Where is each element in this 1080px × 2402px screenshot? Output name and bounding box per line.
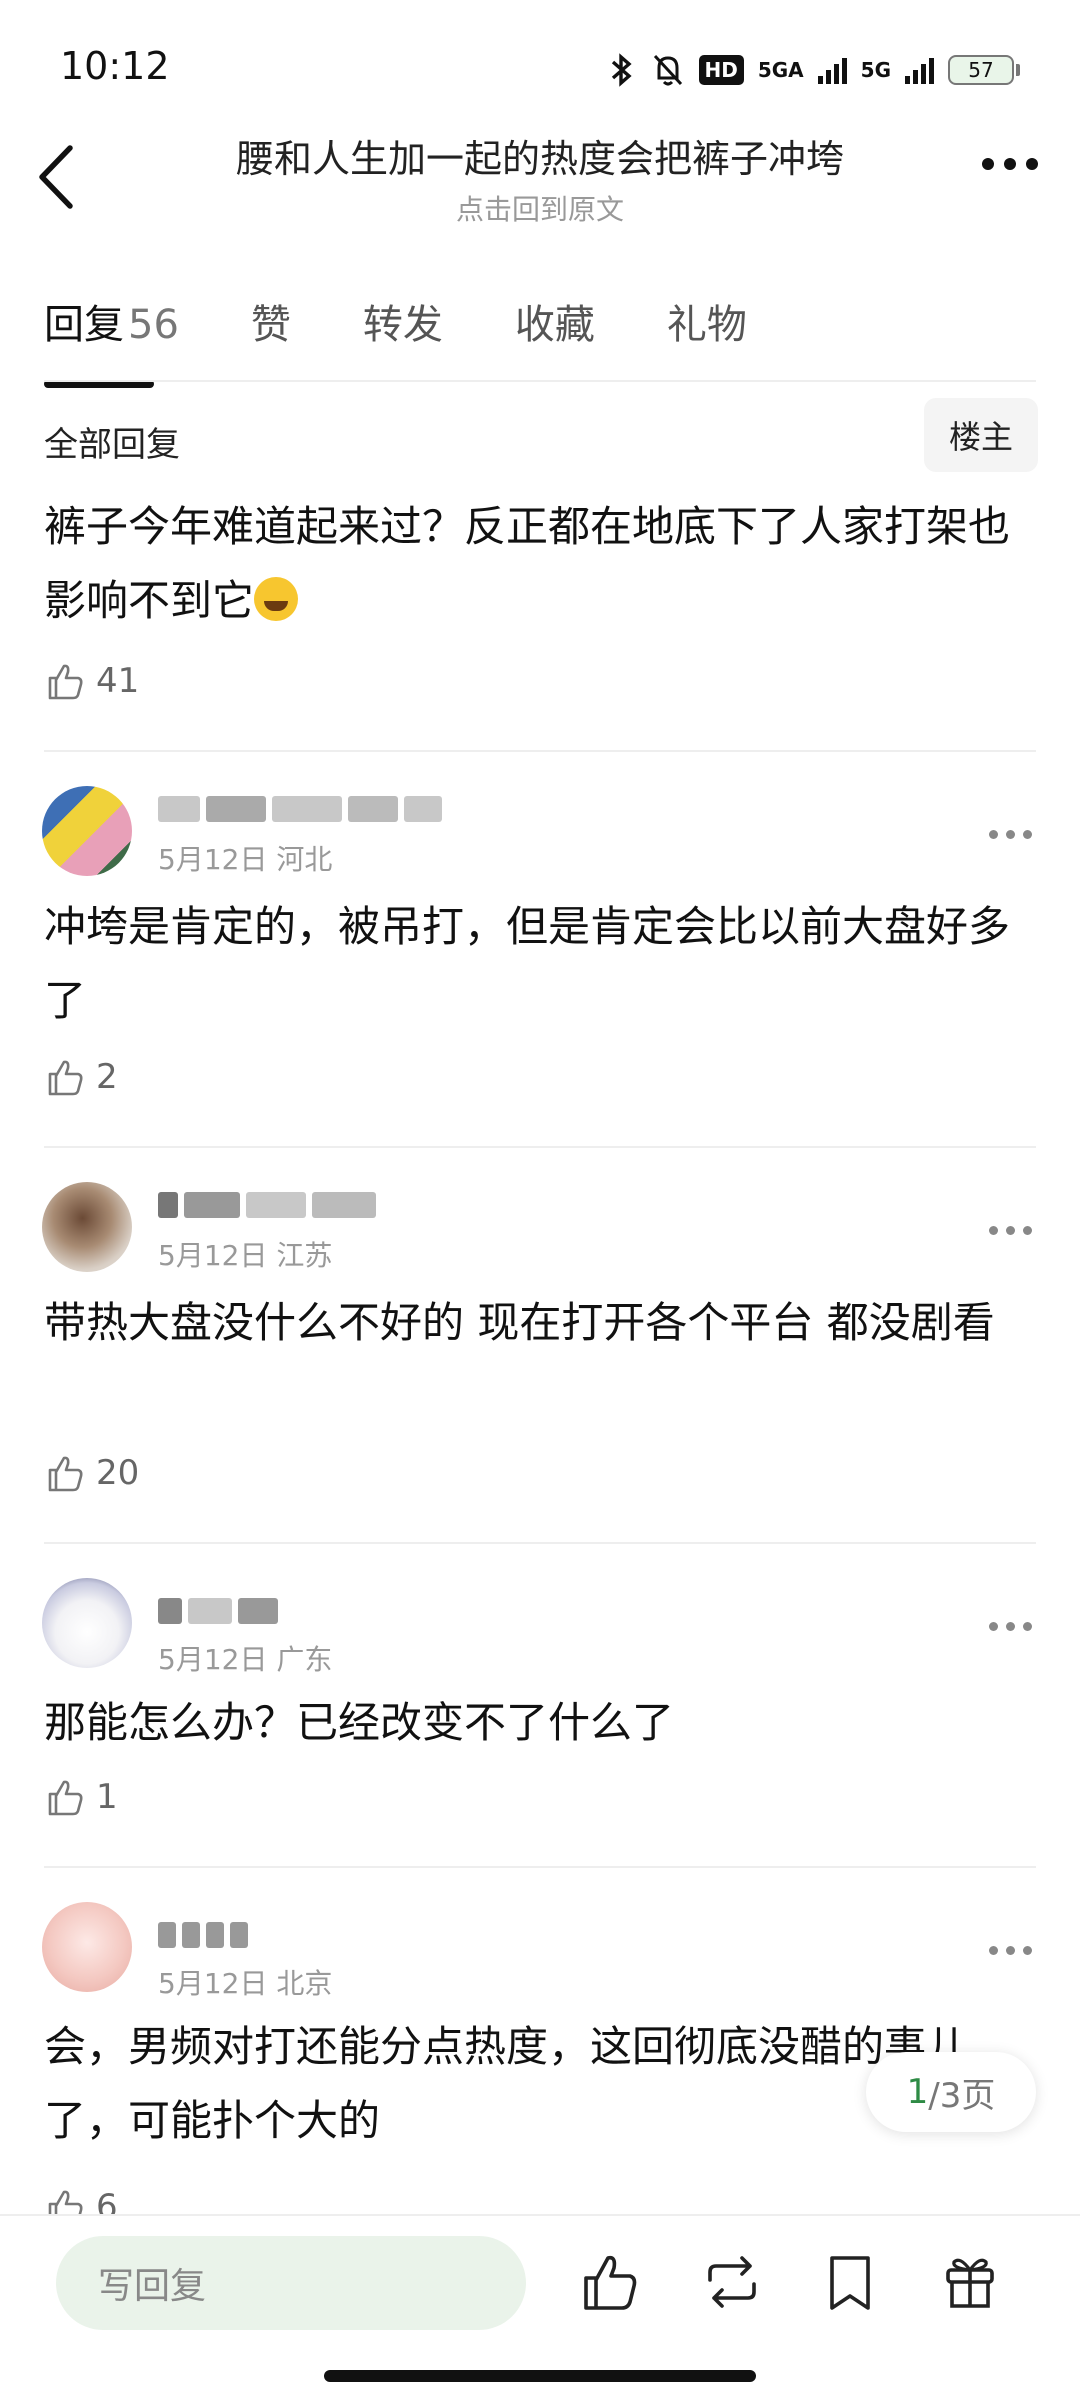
back-arrow-icon[interactable]: [32, 142, 82, 212]
comment-meta: 5月12日 北京: [158, 1967, 333, 2000]
back-to-original-link[interactable]: 点击回到原文: [140, 188, 940, 228]
signal-icon-2: [905, 56, 934, 84]
like-count: 1: [96, 1777, 118, 1817]
network-label-2: 5G: [860, 58, 891, 82]
comment-text: 冲垮是肯定的，被吊打，但是肯定会比以前大盘好多了: [44, 902, 1011, 1025]
thumb-up-icon: [48, 1780, 83, 1816]
comment-meta: 5月12日 河北: [158, 843, 333, 876]
like-count: 41: [96, 661, 140, 701]
comment-more-icon[interactable]: [989, 1946, 1032, 1955]
comment-divider: [44, 1542, 1036, 1544]
tab-replies[interactable]: 回复 56: [44, 292, 179, 388]
tab-gifts[interactable]: 礼物: [667, 292, 747, 350]
username-blurred[interactable]: [158, 1598, 278, 1632]
page-current: 1: [906, 2072, 929, 2112]
page-indicator-button[interactable]: 1/3页: [866, 2052, 1036, 2132]
hd-badge: HD: [698, 55, 744, 85]
username-blurred[interactable]: [158, 1922, 248, 1956]
like-button[interactable]: 20: [44, 1452, 139, 1494]
comment-divider: [44, 1866, 1036, 1868]
like-button[interactable]: 2: [44, 1056, 118, 1098]
op-only-button[interactable]: 楼主: [924, 398, 1038, 472]
page-title[interactable]: 腰和人生加一起的热度会把裤子冲垮: [140, 128, 940, 183]
avatar[interactable]: [42, 1578, 132, 1668]
comment-divider: [44, 1146, 1036, 1148]
thumb-up-icon[interactable]: [578, 2250, 642, 2314]
tabs-divider: [44, 380, 1036, 382]
laughing-emoji-icon: [254, 577, 299, 621]
signal-icon: [817, 56, 847, 84]
bookmark-icon[interactable]: [818, 2250, 882, 2314]
comment-meta: 5月12日 江苏: [158, 1239, 333, 1272]
like-count: 20: [96, 1453, 140, 1493]
like-button[interactable]: 1: [44, 1776, 118, 1818]
tab-likes[interactable]: 赞: [251, 292, 291, 350]
tab-replies-label: 回复: [44, 302, 124, 348]
bluetooth-icon: [611, 53, 632, 87]
status-icons: HD 5GA 5G 57: [607, 48, 1020, 92]
thumb-up-icon: [48, 1456, 83, 1492]
page-total: /3页: [928, 2075, 996, 2116]
avatar[interactable]: [42, 1902, 132, 1992]
tab-replies-count: 56: [128, 302, 179, 348]
comment-more-icon[interactable]: [989, 830, 1032, 839]
thumb-up-icon: [48, 664, 83, 700]
comment-more-icon[interactable]: [989, 1226, 1032, 1235]
comment-divider: [44, 750, 1036, 752]
home-indicator[interactable]: [324, 2370, 756, 2382]
repost-icon[interactable]: [700, 2250, 764, 2314]
all-replies-heading: 全部回复: [44, 425, 180, 465]
network-label-1: 5GA: [757, 58, 804, 82]
tab-reposts[interactable]: 转发: [363, 292, 443, 350]
tab-favorites[interactable]: 收藏: [515, 292, 595, 350]
like-button[interactable]: 41: [44, 660, 139, 702]
avatar[interactable]: [42, 1182, 132, 1272]
tab-bar: 回复 56 赞 转发 收藏 礼物: [44, 292, 819, 388]
comment-text: 裤子今年难道起来过？反正都在地底下了人家打架也影响不到它: [44, 502, 1011, 625]
thumb-up-icon: [48, 1060, 83, 1096]
comment-more-icon[interactable]: [989, 1622, 1032, 1631]
comment-text: 那能怎么办？已经改变不了什么了: [44, 1698, 675, 1747]
mute-bell-icon: [653, 54, 682, 86]
status-time: 10:12: [60, 44, 170, 88]
reply-input[interactable]: 写回复: [56, 2236, 526, 2330]
comment-meta: 5月12日 广东: [158, 1643, 333, 1676]
comment-text: 带热大盘没什么不好的 现在打开各个平台 都没剧看: [44, 1298, 995, 1347]
more-options-icon[interactable]: [982, 158, 1038, 170]
gift-icon[interactable]: [938, 2250, 1002, 2314]
like-count: 2: [96, 1057, 118, 1097]
battery-icon: 57: [948, 55, 1020, 85]
battery-level: 57: [948, 55, 1014, 85]
avatar[interactable]: [42, 786, 132, 876]
username-blurred[interactable]: [158, 796, 442, 830]
username-blurred[interactable]: [158, 1192, 376, 1226]
